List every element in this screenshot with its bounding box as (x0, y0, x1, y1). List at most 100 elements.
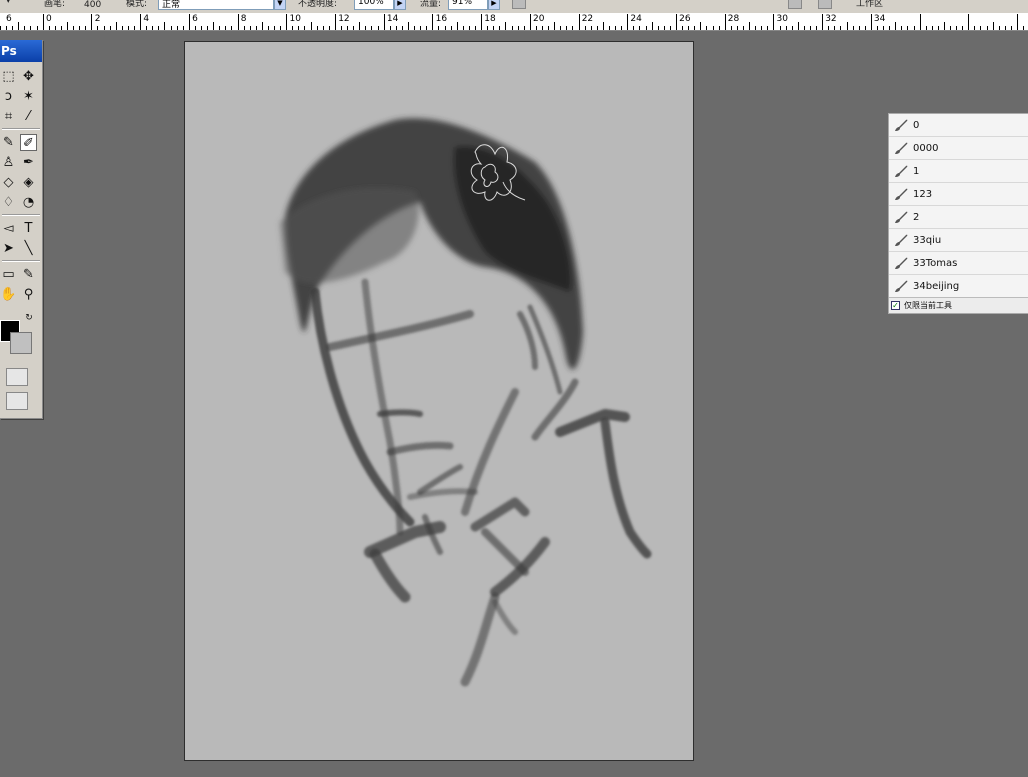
ruler-tick (426, 26, 427, 30)
background-color-swatch[interactable] (10, 332, 32, 354)
ruler-tick (463, 26, 464, 30)
ruler-tick (158, 26, 159, 30)
brush-preset-item[interactable]: 0000 (889, 137, 1028, 160)
brush-preset-item[interactable]: 33qiu (889, 229, 1028, 252)
mode-dropdown-arrow-icon[interactable]: ▼ (274, 0, 286, 10)
ruler-tick (390, 26, 391, 30)
ruler-tick (317, 26, 318, 30)
ruler-label: 18 (484, 14, 496, 24)
clone-stamp-tool-icon[interactable]: ♙ (0, 154, 17, 171)
ruler-tick (311, 22, 312, 30)
ruler-tick (719, 26, 720, 30)
ruler-tick (804, 26, 805, 30)
palette-well-icon[interactable] (788, 0, 802, 9)
brush-preset-item[interactable]: 1 (889, 160, 1028, 183)
ruler-tick (55, 26, 56, 30)
ruler-tick (487, 26, 488, 30)
opacity-dropdown-arrow-icon[interactable]: ▶ (394, 0, 406, 10)
ruler-tick (536, 26, 537, 30)
ruler-tick (554, 22, 555, 30)
ruler-tick (335, 14, 336, 30)
workspace-label[interactable]: 工作区 (856, 0, 883, 9)
ruler-tick (30, 26, 31, 30)
horizontal-ruler[interactable]: 6 0 2 4 6 8 10 12 14 16 18 20 22 24 26 28 30 32 34 (0, 13, 1028, 31)
collar-strokes (364, 409, 652, 687)
ruler-tick (603, 22, 604, 30)
ruler-tick (445, 26, 446, 30)
ruler-tick (408, 22, 409, 30)
ruler-tick (201, 26, 202, 30)
magic-wand-tool-icon[interactable]: ✶ (20, 88, 37, 105)
pen-tool-icon[interactable]: ➤ (0, 240, 17, 257)
eyedropper-tool-icon[interactable]: ✎ (20, 266, 37, 283)
healing-brush-tool-icon[interactable]: ✎ (0, 134, 17, 151)
mode-select[interactable]: 正常 (158, 0, 274, 10)
brush-preset-item[interactable]: 0 (889, 114, 1028, 137)
ruler-tick (834, 26, 835, 30)
opacity-input[interactable]: 100% (354, 0, 394, 10)
eraser-tool-icon[interactable]: ◇ (0, 174, 17, 191)
brush-picker-icon[interactable]: ▾ (6, 0, 11, 6)
brush-preset-icon (889, 253, 913, 273)
brush-preset-item[interactable]: 123 (889, 183, 1028, 206)
brush-preset-item[interactable]: 2 (889, 206, 1028, 229)
airbrush-icon[interactable] (512, 0, 526, 9)
ruler-tick (146, 26, 147, 30)
blur-tool-icon[interactable]: ♢ (0, 194, 17, 211)
ruler-tick (1023, 26, 1024, 30)
type-tool-icon[interactable]: T (20, 220, 37, 237)
ruler-tick (670, 26, 671, 30)
workspace-icon[interactable] (818, 0, 832, 9)
quick-mask-mode-button[interactable] (6, 368, 28, 386)
swap-colors-icon[interactable]: ↻ (22, 312, 36, 324)
tool-options-bar: ▾ 画笔: 400 模式: 正常 ▼ 不透明度: 100% ▶ 流量: 91% … (0, 0, 1028, 14)
opacity-label: 不透明度: (298, 0, 338, 9)
ruler-tick (658, 26, 659, 30)
ruler-tick (767, 26, 768, 30)
ruler-tick (12, 26, 13, 30)
ruler-tick (816, 26, 817, 30)
ruler-label: 16 (435, 14, 448, 24)
current-tool-only-checkbox[interactable]: ✓ (891, 301, 900, 310)
slice-tool-icon[interactable]: ⁄ (20, 108, 37, 125)
toolbox-title[interactable]: Ps (0, 40, 42, 62)
brush-preset-icon (889, 115, 913, 135)
paint-bucket-tool-icon[interactable]: ◈ (20, 174, 37, 191)
move-tool-icon[interactable]: ✥ (20, 68, 37, 85)
ruler-tick (633, 26, 634, 30)
brush-preset-item[interactable]: 34beijing (889, 275, 1028, 298)
ruler-tick (256, 26, 257, 30)
ruler-label: 8 (240, 14, 247, 24)
flow-input[interactable]: 91% (448, 0, 488, 10)
zoom-tool-icon[interactable]: ⚲ (20, 286, 37, 303)
toolbox-divider (2, 214, 40, 216)
ruler-tick (950, 26, 951, 30)
ruler-tick (646, 26, 647, 30)
ruler-tick (37, 26, 38, 30)
ruler-tick (822, 14, 823, 30)
crop-tool-icon[interactable]: ⌗ (0, 108, 17, 125)
screen-mode-button[interactable] (6, 392, 28, 410)
document-canvas[interactable] (184, 41, 694, 761)
path-selection-tool-icon[interactable]: ◅ (0, 220, 17, 237)
brush-tool-icon[interactable]: ✐ (20, 134, 37, 151)
ruler-tick (189, 14, 190, 30)
brush-preset-item[interactable]: 33Tomas (889, 252, 1028, 275)
ruler-tick (378, 26, 379, 30)
ruler-tick (402, 26, 403, 30)
marquee-tool-icon[interactable]: ⬚ (0, 68, 17, 85)
line-tool-icon[interactable]: ╲ (20, 240, 37, 257)
ruler-tick (152, 26, 153, 30)
ruler-tick (384, 14, 385, 30)
hand-tool-icon[interactable]: ✋ (0, 286, 17, 303)
dodge-tool-icon[interactable]: ◔ (20, 194, 37, 211)
history-brush-tool-icon[interactable]: ✒ (20, 154, 37, 171)
ruler-tick (213, 22, 214, 30)
notes-tool-icon[interactable]: ▭ (0, 266, 17, 283)
flow-dropdown-arrow-icon[interactable]: ▶ (488, 0, 500, 10)
ruler-label: 2 (94, 14, 101, 24)
ruler-tick (512, 26, 513, 30)
ruler-tick (792, 26, 793, 30)
ruler-tick (116, 22, 117, 30)
lasso-tool-icon[interactable]: ↄ (0, 88, 17, 105)
